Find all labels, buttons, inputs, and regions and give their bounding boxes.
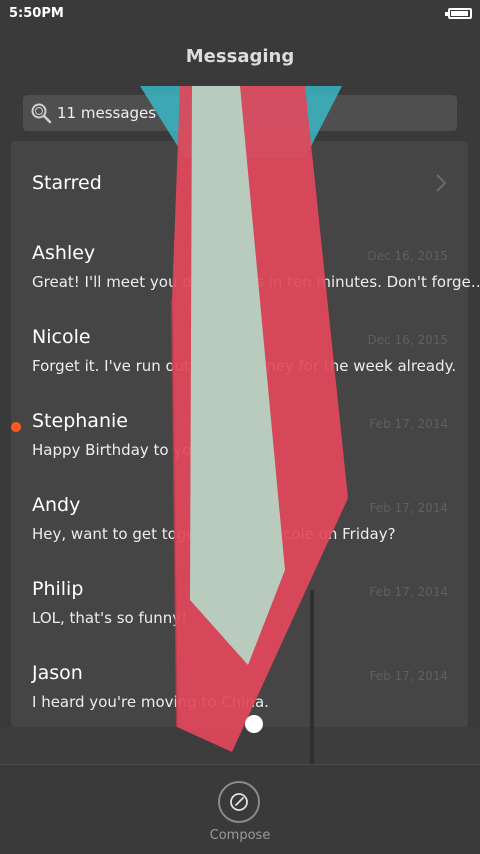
conversation-row-ashley[interactable]: Ashley Dec 16, 2015 Great! I'll meet you… xyxy=(11,225,480,309)
chevron-right-icon xyxy=(436,174,447,192)
contact-name: Jason xyxy=(32,662,83,684)
message-preview: Great! I'll meet you downstairs in ten m… xyxy=(32,273,480,291)
app-header: Messaging xyxy=(0,28,480,86)
conversation-row-philip[interactable]: Philip Feb 17, 2014 LOL, that's so funny… xyxy=(11,561,468,645)
bottom-bar: Compose xyxy=(0,764,480,854)
compose-button[interactable] xyxy=(218,781,260,823)
compose-label: Compose xyxy=(209,828,271,843)
message-preview: Happy Birthday to you! xyxy=(32,441,207,459)
message-preview: Forget it. I've run out of my money for … xyxy=(32,357,457,375)
message-date: Dec 16, 2015 xyxy=(367,249,448,263)
message-date: Feb 17, 2014 xyxy=(369,585,449,599)
search-icon xyxy=(31,103,52,124)
message-preview: Hey, want to get together with Nicole on… xyxy=(32,525,396,543)
page-title: Messaging xyxy=(185,46,295,67)
conversation-list: Starred Ashley Dec 16, 2015 Great! I'll … xyxy=(11,141,480,729)
battery-icon xyxy=(445,8,472,19)
message-preview: LOL, that's so funny! xyxy=(32,609,188,627)
message-date: Feb 17, 2014 xyxy=(369,417,449,431)
list-footer-area xyxy=(0,727,480,764)
conversation-row-jason[interactable]: Jason Feb 17, 2014 I heard you're moving… xyxy=(11,645,468,729)
contact-name: Ashley xyxy=(32,242,96,264)
contact-name: Nicole xyxy=(32,326,91,348)
conversation-row-stephanie[interactable]: Stephanie Feb 17, 2014 Happy Birthday to… xyxy=(11,393,468,477)
conversation-row-andy[interactable]: Andy Feb 17, 2014 Hey, want to get toget… xyxy=(11,477,468,561)
message-date: Feb 17, 2014 xyxy=(369,669,449,683)
starred-label: Starred xyxy=(32,172,102,194)
contact-name: Philip xyxy=(32,578,84,600)
search-summary: 11 messages xyxy=(57,104,157,122)
search-bar[interactable]: 11 messages xyxy=(23,95,457,131)
status-time: 5:50PM xyxy=(9,6,64,21)
battery-level xyxy=(451,11,469,16)
contact-name: Stephanie xyxy=(32,410,128,432)
contact-name: Andy xyxy=(32,494,81,516)
starred-row[interactable]: Starred xyxy=(11,141,468,225)
message-date: Dec 16, 2015 xyxy=(367,333,448,347)
message-date: Feb 17, 2014 xyxy=(369,501,449,515)
unread-indicator xyxy=(11,422,21,432)
message-preview: I heard you're moving to China. xyxy=(32,693,269,711)
compose-icon xyxy=(230,793,248,811)
conversation-row-nicole[interactable]: Nicole Dec 16, 2015 Forget it. I've run … xyxy=(11,309,468,393)
status-bar: 5:50PM xyxy=(0,0,480,28)
